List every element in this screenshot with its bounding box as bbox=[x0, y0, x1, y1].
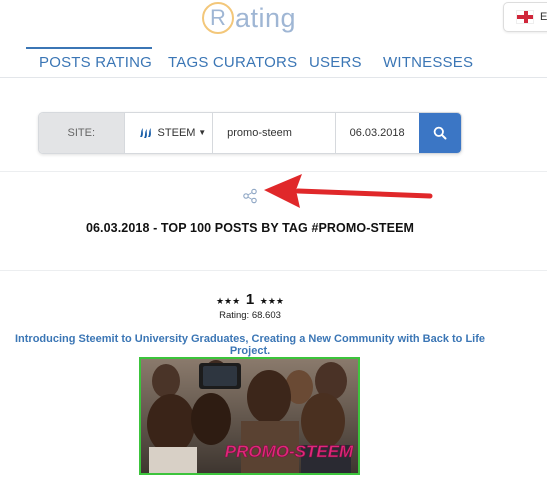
post-thumbnail-image: PROMO-STEEM bbox=[141, 359, 358, 473]
logo[interactable]: R ating bbox=[202, 2, 296, 34]
divider bbox=[0, 270, 547, 271]
caret-down-icon: ▼ bbox=[198, 128, 207, 137]
date-input[interactable]: 06.03.2018 bbox=[336, 113, 420, 153]
tab-posts-rating[interactable]: POSTS RATING bbox=[39, 54, 152, 71]
language-label: E bbox=[540, 11, 547, 23]
annotation-arrow-icon bbox=[264, 174, 433, 208]
active-tab-indicator bbox=[26, 47, 152, 49]
thumbnail-caption: PROMO-STEEM bbox=[225, 442, 354, 461]
site-select[interactable]: STEEM ▼ bbox=[123, 113, 213, 153]
post-rank: ★★★ 1 ★★★ bbox=[0, 291, 500, 308]
tab-witnesses[interactable]: WITNESSES bbox=[383, 54, 473, 71]
post-thumbnail[interactable]: PROMO-STEEM bbox=[139, 357, 360, 475]
logo-text: ating bbox=[235, 2, 297, 33]
logo-letter: R bbox=[202, 2, 234, 34]
search-form: SITE: STEEM ▼ promo-steem 06.03.2018 bbox=[38, 112, 462, 154]
header: R ating E bbox=[0, 0, 547, 40]
tab-tags-curators[interactable]: TAGS CURATORS bbox=[168, 54, 297, 71]
stars-left: ★★★ bbox=[215, 296, 241, 306]
language-button[interactable]: E bbox=[503, 2, 547, 32]
post-rating: Rating: 68.603 bbox=[219, 310, 281, 321]
search-icon bbox=[433, 126, 447, 140]
tag-input[interactable]: promo-steem bbox=[212, 113, 336, 153]
main-nav: POSTS RATING TAGS CURATORS USERS WITNESS… bbox=[0, 47, 547, 78]
site-select-value: STEEM bbox=[157, 127, 196, 139]
stars-right: ★★★ bbox=[259, 296, 285, 306]
rank-number: 1 bbox=[245, 291, 255, 308]
search-button[interactable] bbox=[419, 113, 461, 153]
tab-users[interactable]: USERS bbox=[309, 54, 362, 71]
site-label: SITE: bbox=[39, 113, 124, 153]
post-title-link[interactable]: Introducing Steemit to University Gradua… bbox=[0, 333, 500, 357]
share-icon[interactable] bbox=[242, 188, 258, 204]
steem-logo-icon bbox=[139, 128, 151, 138]
england-flag-icon bbox=[516, 10, 534, 24]
page-title: 06.03.2018 - TOP 100 POSTS BY TAG #PROMO… bbox=[85, 221, 415, 235]
